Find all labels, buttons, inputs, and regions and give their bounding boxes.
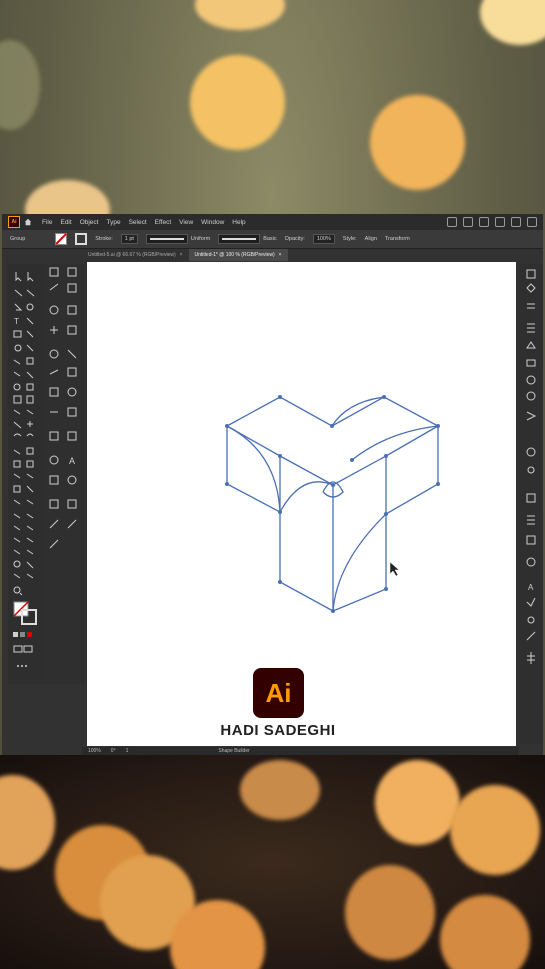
app-logo: Ai [8, 216, 20, 228]
tools-panel: T [8, 264, 42, 684]
menu-bar: Ai File Edit Object Type Select Effect V… [2, 214, 543, 230]
workspace-icon[interactable] [479, 217, 489, 227]
artboard-number[interactable]: 1 [126, 748, 129, 754]
menu-type[interactable]: Type [106, 219, 120, 226]
menu-view[interactable]: View [179, 219, 193, 226]
document-tabs: Untitled-5.ai @ 66.67 % (RGB/Preview) × U… [82, 249, 523, 261]
tab-untitled-5[interactable]: Untitled-5.ai @ 66.67 % (RGB/Preview) × [82, 249, 189, 261]
tool-icons[interactable]: T [8, 264, 42, 684]
svg-text:A: A [69, 456, 75, 466]
window-controls [447, 217, 537, 227]
svg-text:T: T [14, 317, 19, 326]
profile-label: Uniform [190, 236, 211, 242]
close-icon[interactable] [527, 217, 537, 227]
zoom-level[interactable]: 100% [88, 748, 101, 754]
stroke-weight-field[interactable]: 1 pt [120, 234, 138, 244]
dock-icons[interactable]: A [519, 264, 543, 744]
menu-window[interactable]: Window [201, 219, 224, 226]
fill-swatch[interactable] [55, 233, 68, 245]
close-icon[interactable]: × [180, 252, 183, 258]
maximize-icon[interactable] [511, 217, 521, 227]
svg-text:A: A [528, 583, 534, 592]
current-tool: Shape Builder [218, 748, 250, 754]
menu-object[interactable]: Object [80, 219, 99, 226]
background-photo-bottom [0, 755, 545, 969]
brush-definition[interactable] [218, 234, 261, 244]
tab-untitled-1[interactable]: Untitled-1* @ 100 % (RGB/Preview) × [188, 249, 288, 261]
bokeh-light [375, 760, 460, 845]
menu-file[interactable]: File [42, 219, 52, 226]
opacity-label: Opacity: [284, 236, 305, 242]
bokeh-light [450, 785, 540, 875]
right-panel-dock: A [519, 264, 543, 744]
align-button[interactable]: Align [365, 236, 377, 242]
rotation-value[interactable]: 0° [111, 748, 116, 754]
close-icon[interactable]: × [279, 252, 282, 258]
tab-label: Untitled-5.ai @ 66.67 % (RGB/Preview) [88, 252, 176, 258]
menu-edit[interactable]: Edit [60, 219, 71, 226]
opacity-field[interactable]: 100% [312, 234, 335, 244]
control-bar: Group Stroke: 1 pt Uniform Basic Opacity… [2, 230, 543, 249]
bokeh-light [190, 55, 285, 150]
style-label: Style: [342, 236, 357, 242]
tab-label: Untitled-1* @ 100 % (RGB/Preview) [194, 252, 275, 258]
cursor-icon [389, 561, 400, 577]
author-name: HADI SADEGHI [220, 722, 336, 739]
bokeh-light [345, 865, 435, 960]
bokeh-light [440, 895, 530, 969]
bokeh-light [240, 760, 320, 820]
status-bar: 100% 0° 1 Shape Builder [82, 747, 519, 755]
transform-button[interactable]: Transform [385, 236, 410, 242]
brush-label: Basic [263, 236, 277, 242]
menu-help[interactable]: Help [232, 219, 245, 226]
selection-type: Group [10, 236, 26, 242]
home-icon[interactable] [24, 218, 32, 226]
menu-select[interactable]: Select [129, 219, 147, 226]
bokeh-light [480, 0, 545, 45]
minimize-icon[interactable] [495, 217, 505, 227]
bokeh-light [370, 95, 465, 190]
menu-effect[interactable]: Effect [155, 219, 172, 226]
stroke-swatch[interactable] [75, 233, 88, 245]
bokeh-light [0, 775, 55, 870]
bokeh-light [195, 0, 285, 30]
variable-width-profile[interactable] [145, 234, 188, 244]
stroke-label: Stroke: [95, 236, 113, 242]
share-icon[interactable] [447, 217, 457, 227]
panel-icons[interactable]: A [42, 264, 84, 684]
bokeh-light [0, 40, 40, 130]
search-icon[interactable] [463, 217, 473, 227]
secondary-tools-panel: A [42, 264, 84, 684]
illustrator-logo: Ai [253, 668, 304, 718]
